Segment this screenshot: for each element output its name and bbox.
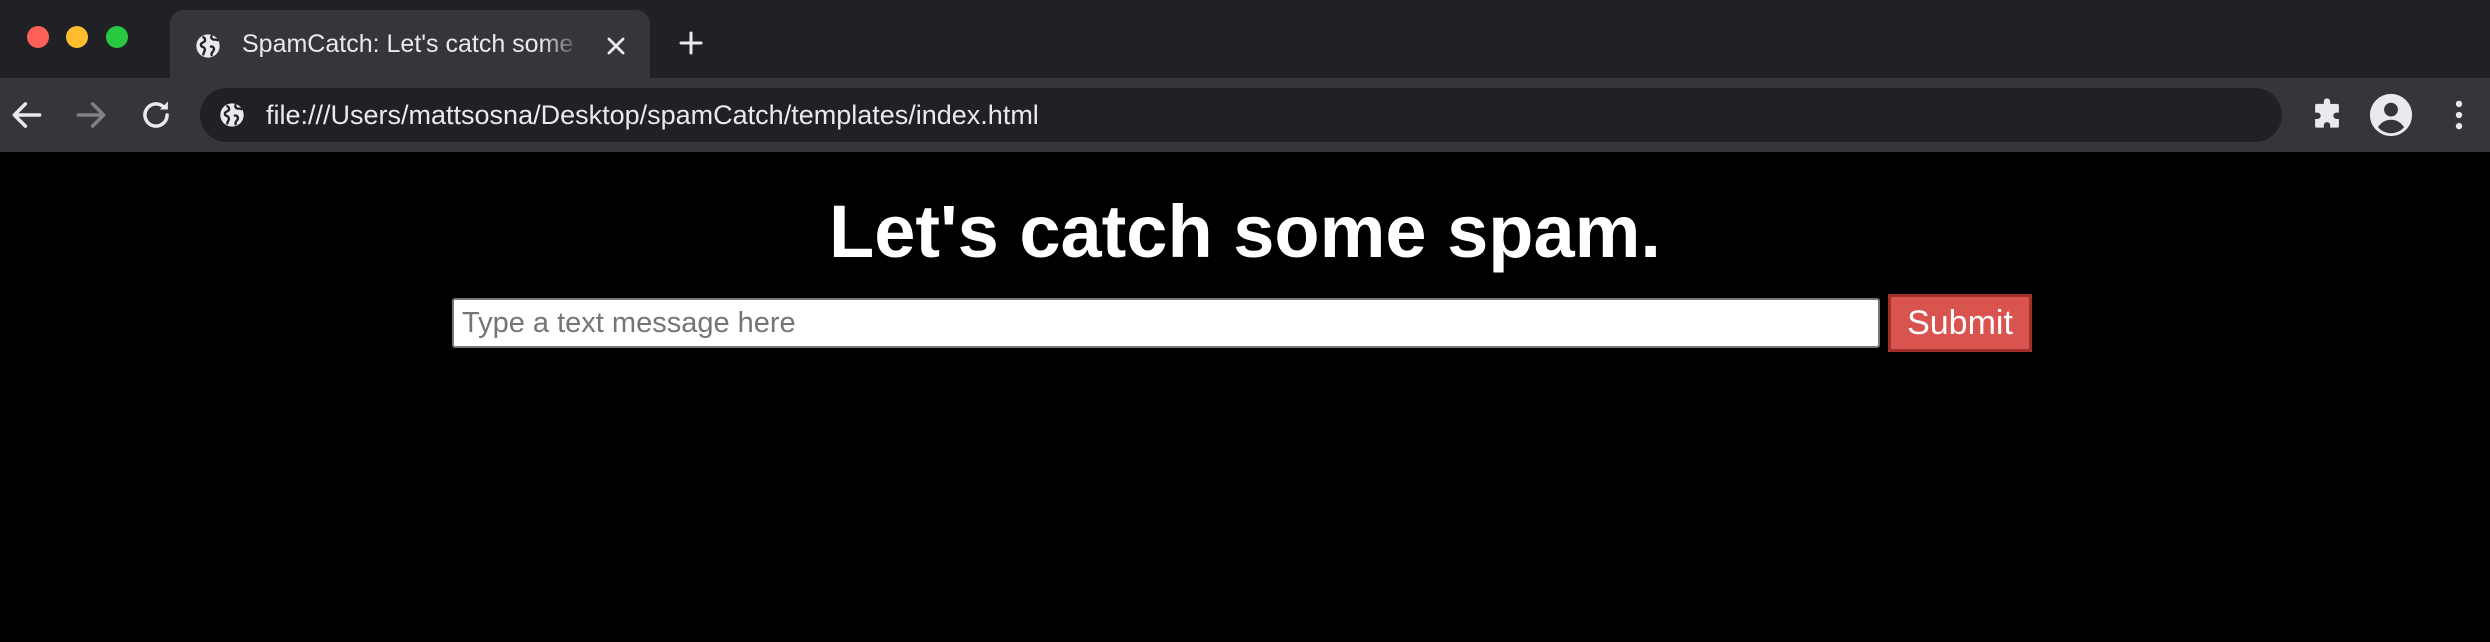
- kebab-menu-icon[interactable]: [2440, 96, 2478, 134]
- plus-icon[interactable]: [676, 28, 706, 58]
- close-icon[interactable]: [602, 32, 630, 60]
- tab-strip: SpamCatch: Let's catch some spam.: [0, 0, 2490, 78]
- message-input[interactable]: [452, 298, 1880, 348]
- arrow-right-icon[interactable]: [72, 96, 110, 134]
- submit-button[interactable]: Submit: [1888, 294, 2032, 352]
- globe-icon[interactable]: [218, 101, 246, 129]
- toolbar: file:///Users/mattsosna/Desktop/spamCatc…: [0, 78, 2490, 152]
- page-content: Let's catch some spam. Submit: [0, 152, 2490, 642]
- tab-active[interactable]: SpamCatch: Let's catch some spam.: [170, 10, 650, 78]
- url-text[interactable]: file:///Users/mattsosna/Desktop/spamCatc…: [266, 88, 1039, 142]
- window-close-button[interactable]: [27, 26, 49, 48]
- window-minimize-button[interactable]: [66, 26, 88, 48]
- globe-icon: [196, 34, 220, 58]
- page-title: Let's catch some spam.: [829, 190, 1661, 273]
- browser-window: SpamCatch: Let's catch some spam. file:/…: [0, 0, 2490, 642]
- window-maximize-button[interactable]: [106, 26, 128, 48]
- tab-title: SpamCatch: Let's catch some spam.: [242, 30, 582, 58]
- reload-icon[interactable]: [137, 96, 175, 134]
- puzzle-icon[interactable]: [2308, 96, 2346, 134]
- arrow-left-icon[interactable]: [8, 96, 46, 134]
- address-bar[interactable]: file:///Users/mattsosna/Desktop/spamCatc…: [200, 88, 2282, 142]
- account-circle-icon[interactable]: [2368, 92, 2414, 138]
